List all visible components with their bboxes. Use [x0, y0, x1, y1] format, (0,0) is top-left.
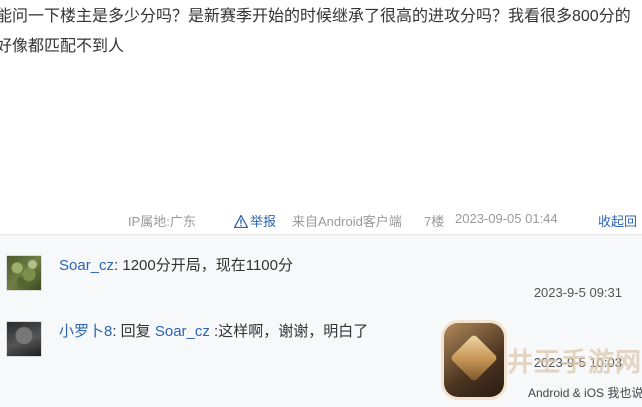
comment-username[interactable]: Soar_cz	[59, 257, 114, 274]
comment-text: 1200分开局，现在1100分	[118, 257, 293, 274]
post-page: 能问一下楼主是多少分吗？是新赛季开始的时候继承了很高的进攻分吗？我看很多800分…	[0, 0, 642, 407]
client-source: 来自Android客户端	[292, 214, 402, 229]
post-line-2: 好像都匹配不到人	[0, 38, 125, 55]
report-label: 举报	[250, 214, 277, 229]
watermark-subtext: Android & iOS 我也说一句	[528, 386, 642, 400]
warning-icon	[234, 215, 248, 228]
watermark-logo-icon	[444, 323, 504, 397]
reply-prefix: 回复	[116, 323, 155, 340]
report-link[interactable]: 举报	[234, 211, 276, 230]
avatar[interactable]	[6, 321, 42, 357]
reply-target-username[interactable]: Soar_cz	[155, 323, 210, 340]
post-time: 2023-09-05 01:44	[455, 211, 558, 226]
comment-time: 2023-9-5 09:31	[533, 285, 622, 300]
post-line-1: 能问一下楼主是多少分吗？是新赛季开始的时候继承了很高的进攻分吗？我看很多800分…	[0, 8, 631, 25]
collapse-replies-link[interactable]: 收起回	[598, 211, 637, 230]
comment-text: :这样啊，谢谢，明白了	[209, 323, 369, 340]
ip-location: IP属地:广东	[128, 214, 196, 229]
avatar[interactable]	[6, 255, 42, 291]
comment-username[interactable]: 小罗卜8	[59, 323, 112, 340]
comment-body: 小罗卜8: 回复 Soar_cz :这样啊，谢谢，明白了	[59, 321, 368, 343]
watermark-site-name: 井王手游网	[507, 347, 642, 377]
post-meta-bar: IP属地:广东 举报 来自Android客户端 7楼 2023-09-05 01…	[0, 208, 642, 230]
comment-list: Soar_cz: 1200分开局，现在1100分 2023-9-5 09:31 …	[0, 234, 642, 407]
post-content: 能问一下楼主是多少分吗？是新赛季开始的时候继承了很高的进攻分吗？我看很多800分…	[0, 2, 642, 62]
comment-body: Soar_cz: 1200分开局，现在1100分	[59, 255, 293, 277]
floor-number: 7楼	[424, 214, 445, 229]
gem-icon	[449, 333, 499, 383]
